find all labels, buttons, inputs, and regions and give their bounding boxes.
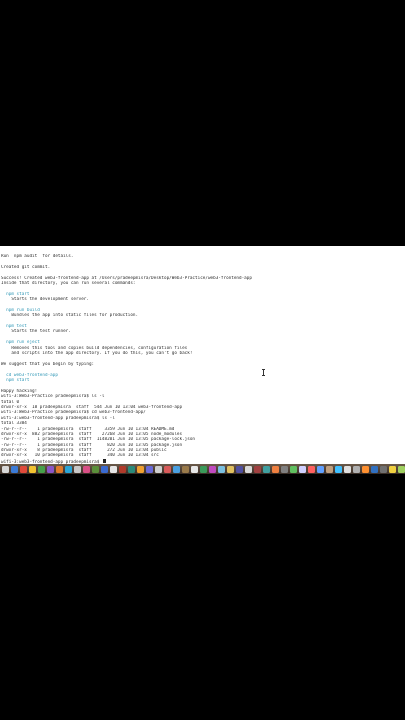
dock-app-icon[interactable] (245, 465, 252, 473)
dock-app-icon[interactable] (101, 465, 108, 473)
dock-app-icon[interactable] (38, 465, 45, 473)
dock-app-icon[interactable] (281, 465, 288, 473)
dock-app-icon[interactable] (371, 465, 378, 473)
dock-app-icon[interactable] (209, 465, 216, 473)
dock-app-icon[interactable] (317, 465, 324, 473)
dock-app-icon[interactable] (227, 465, 234, 473)
dock-app-icon[interactable] (263, 465, 270, 473)
dock-app-icon[interactable] (191, 465, 198, 473)
dock-app-icon[interactable] (128, 465, 135, 473)
dock-app-icon[interactable] (20, 465, 27, 473)
dock-app-icon[interactable] (173, 465, 180, 473)
dock-app-icon[interactable] (65, 465, 72, 473)
terminal-output: Run `npm audit` for details. Created git … (1, 254, 403, 464)
dock-app-icon[interactable] (362, 465, 369, 473)
dock-app-icon[interactable] (56, 465, 63, 473)
dock-app-icon[interactable] (308, 465, 315, 473)
dock-app-icon[interactable] (290, 465, 297, 473)
terminal-window[interactable]: Run `npm audit` for details. Created git … (0, 246, 405, 464)
dock-app-icon[interactable] (74, 465, 81, 473)
dock-app-icon[interactable] (353, 465, 360, 473)
dock-app-icon[interactable] (236, 465, 243, 473)
dock-app-icon[interactable] (254, 465, 261, 473)
dock-app-icon[interactable] (83, 465, 90, 473)
dock-app-icon[interactable] (182, 465, 189, 473)
block-cursor-icon (102, 458, 106, 464)
dock-app-icon[interactable] (200, 465, 207, 473)
dock-app-icon[interactable] (137, 465, 144, 473)
dock-app-icon[interactable] (110, 465, 117, 473)
dock-app-icon[interactable] (92, 465, 99, 473)
dock-app-icon[interactable] (155, 465, 162, 473)
dock-app-icon[interactable] (344, 465, 351, 473)
dock-app-icon[interactable] (380, 465, 387, 473)
text-cursor-icon (262, 369, 265, 376)
dock-app-icon[interactable] (29, 465, 36, 473)
dock-app-icon[interactable] (164, 465, 171, 473)
dock (0, 464, 405, 474)
dock-app-icon[interactable] (218, 465, 225, 473)
dock-app-icon[interactable] (146, 465, 153, 473)
dock-app-icon[interactable] (11, 465, 18, 473)
dock-app-icon[interactable] (299, 465, 306, 473)
dock-app-icon[interactable] (326, 465, 333, 473)
dock-app-icon[interactable] (398, 465, 405, 473)
dock-app-icon[interactable] (335, 465, 342, 473)
dock-app-icon[interactable] (2, 465, 9, 473)
dock-app-icon[interactable] (389, 465, 396, 473)
dock-app-icon[interactable] (272, 465, 279, 473)
dock-app-icon[interactable] (119, 465, 126, 473)
dock-app-icon[interactable] (47, 465, 54, 473)
